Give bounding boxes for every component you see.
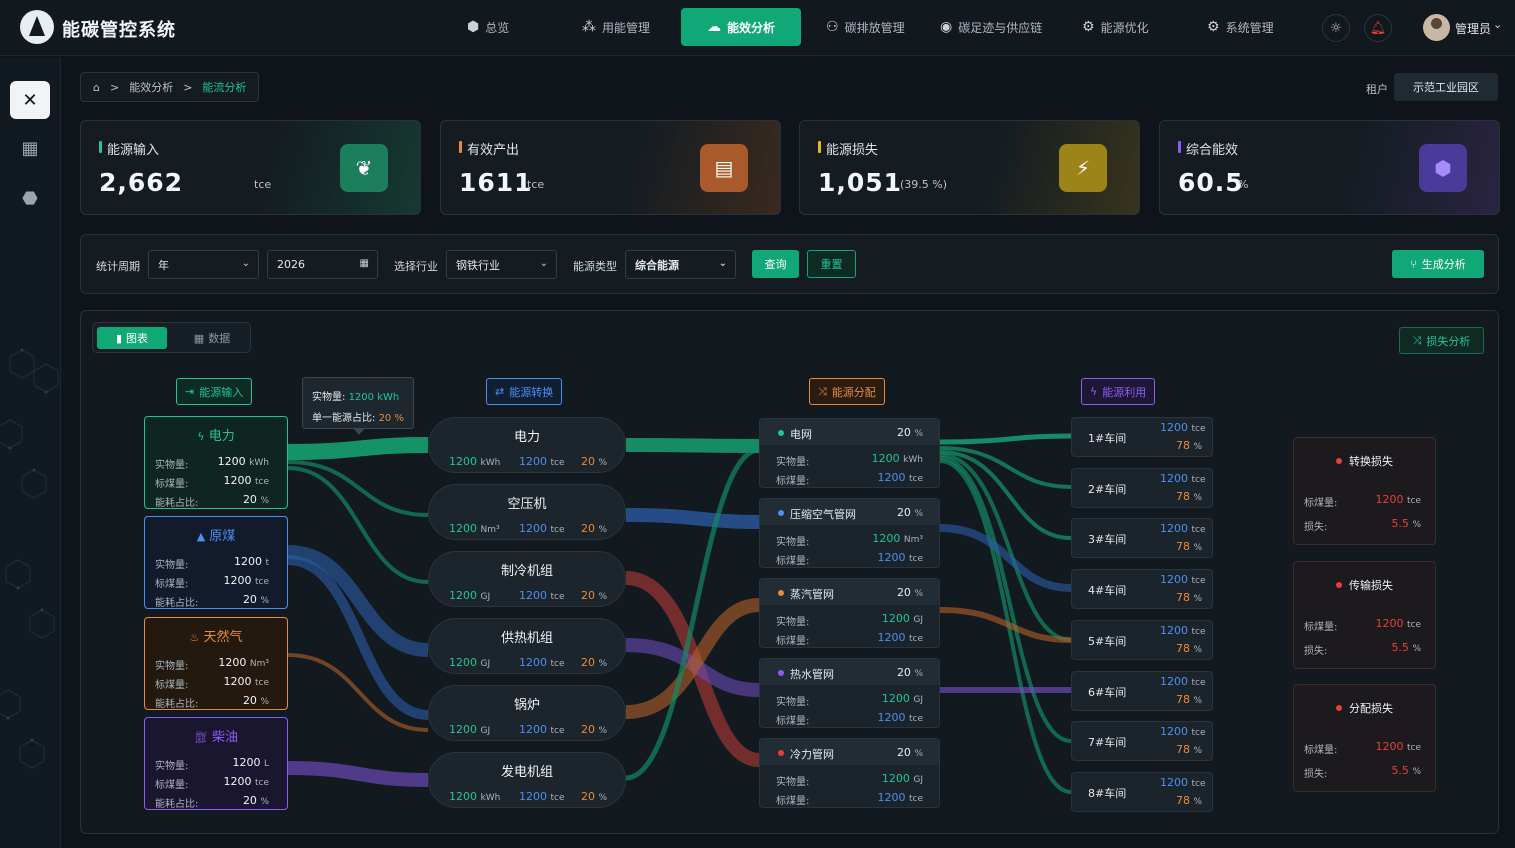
status-dot <box>778 590 784 596</box>
workshop-node[interactable]: 6#车间 1200 tce 78 % <box>1071 670 1213 711</box>
conversion-name: 供热机组 <box>500 631 553 646</box>
flash-icon: ϟ <box>1090 385 1098 398</box>
source-card[interactable]: ♨ 天然气 实物量: 1200 Nm³ 标煤量: 1200 tce 能耗占比: 20 … <box>144 617 288 710</box>
flow-power-to-grid <box>625 438 760 453</box>
convert-icon: ⇄ <box>495 385 505 398</box>
distribution-node[interactable]: 冷力管网 20 % 实物量: 1200 GJ 标煤量: 1200 tce <box>759 738 940 808</box>
workshop-node[interactable]: 8#车间 1200 tce 78 % <box>1071 771 1213 812</box>
stage-energy-input: ⇥ 能源输入 <box>176 378 253 405</box>
source-amount: 1200 <box>217 455 246 468</box>
conversion-node[interactable]: 供热机组 1200 GJ 1200 tce 20 % <box>428 618 626 674</box>
distribution-node[interactable]: 压缩空气管网 20 % 实物量: 1200 Nm³ 标煤量: 1200 tce <box>759 498 940 568</box>
source-card[interactable]: ϟ 电力 实物量: 1200 kWh 标煤量: 1200 tce 能耗占比: 20 % <box>144 416 288 509</box>
source-ratio: 20 <box>242 694 257 707</box>
distribution-name: 蒸汽管网 <box>790 588 834 601</box>
status-dot <box>778 670 784 676</box>
distribution-name: 电网 <box>790 428 812 441</box>
conversion-node[interactable]: 制冷机组 1200 GJ 1200 tce 20 % <box>428 551 626 607</box>
workshop-node[interactable]: 1#车间 1200 tce 78 % <box>1071 417 1213 457</box>
conversion-name: 发电机组 <box>500 765 553 780</box>
flash-icon: ϟ <box>197 430 205 443</box>
workshop-name: 5#车间 <box>1088 634 1127 648</box>
loss-card[interactable]: 转换损失 标煤量: 1200 tce 损失: 5.5 % <box>1293 437 1436 545</box>
input-icon: ⇥ <box>185 385 195 398</box>
flame-icon: ♨ <box>189 631 200 644</box>
status-dot <box>778 510 784 516</box>
workshop-node[interactable]: 4#车间 1200 tce 78 % <box>1071 569 1213 610</box>
workshop-name: 3#车间 <box>1088 533 1127 547</box>
source-std: 1200 <box>223 574 252 587</box>
mountain-icon: ▲ <box>196 530 206 543</box>
workshop-name: 2#车间 <box>1088 482 1127 496</box>
flow-electricity-to-power <box>287 437 429 460</box>
source-std: 1200 <box>223 775 252 788</box>
source-amount: 1200 <box>218 656 247 669</box>
source-amount: 1200 <box>233 555 262 568</box>
conversion-name: 制冷机组 <box>500 564 553 579</box>
distribution-name: 压缩空气管网 <box>790 508 856 521</box>
conversion-name: 锅炉 <box>513 698 540 713</box>
flow-gas-to-boiler <box>287 653 429 732</box>
workshop-node[interactable]: 5#车间 1200 tce 78 % <box>1071 619 1213 660</box>
workshop-name: 1#车间 <box>1088 432 1127 445</box>
source-std: 1200 <box>223 474 252 487</box>
conversion-node[interactable]: 发电机组 1200 kWh 1200 tce 20 % <box>428 752 626 808</box>
source-ratio: 20 <box>242 794 257 807</box>
stage-energy-distribute: ⤨ 能源分配 <box>809 378 885 405</box>
distribution-name: 热水管网 <box>790 668 834 681</box>
source-card[interactable]: ▲ 原煤 实物量: 1200 t 标煤量: 1200 tce 能耗占比: 20 % <box>144 516 288 609</box>
distribution-node[interactable]: 热水管网 20 % 实物量: 1200 GJ 标煤量: 1200 tce <box>759 658 940 728</box>
stage-energy-convert: ⇄ 能源转换 <box>486 378 563 405</box>
conversion-node[interactable]: 空压机 1200 Nm³ 1200 tce 20 % <box>428 484 626 540</box>
distribution-node[interactable]: 电网 20 % 实物量: 1200 kWh 标煤量: 1200 tce <box>759 418 940 488</box>
distribution-node[interactable]: 蒸汽管网 20 % 实物量: 1200 GJ 标煤量: 1200 tce <box>759 578 940 648</box>
tooltip: 实物量: 1200 kWh 单一能源占比: 20 % <box>302 377 414 435</box>
workshop-node[interactable]: 3#车间 1200 tce 78 % <box>1071 518 1213 559</box>
source-amount: 1200 <box>232 756 261 769</box>
workshop-node[interactable]: 7#车间 1200 tce 78 % <box>1071 721 1213 762</box>
shuffle-icon: ⤨ <box>818 384 827 398</box>
loss-card[interactable]: 分配损失 标煤量: 1200 tce 损失: 5.5 % <box>1293 684 1436 792</box>
source-ratio: 20 <box>242 593 257 606</box>
distribution-name: 冷力管网 <box>790 748 834 761</box>
loss-name: 分配损失 <box>1294 700 1435 716</box>
conversion-node[interactable]: 电力 1200 kWh 1200 tce 20 % <box>428 417 626 473</box>
source-name: 天然气 <box>203 630 243 645</box>
source-name: 电力 <box>208 429 235 444</box>
workshop-name: 4#车间 <box>1088 584 1127 598</box>
loss-name: 传输损失 <box>1294 577 1435 593</box>
loss-name: 转换损失 <box>1294 453 1435 469</box>
source-card[interactable]: ⛽︎ 柴油 实物量: 1200 L 标煤量: 1200 tce 能耗占比: 20 % <box>144 717 288 810</box>
source-std: 1200 <box>223 675 252 688</box>
workshop-name: 8#车间 <box>1088 786 1127 800</box>
flow-diesel-to-generator <box>287 761 429 787</box>
workshop-node[interactable]: 2#车间 1200 tce 78 % <box>1071 467 1213 508</box>
flow-compressor-to-air <box>625 508 760 529</box>
conversion-name: 空压机 <box>507 497 547 512</box>
loss-card[interactable]: 传输损失 标煤量: 1200 tce 损失: 5.5 % <box>1293 561 1436 669</box>
status-dot <box>778 430 784 436</box>
conversion-node[interactable]: 锅炉 1200 GJ 1200 tce 20 % <box>428 685 626 741</box>
workshop-name: 7#车间 <box>1088 736 1127 750</box>
conversion-name: 电力 <box>513 430 540 445</box>
stage-energy-use: ϟ 能源利用 <box>1081 378 1156 405</box>
fuel-icon: ⛽︎ <box>193 731 208 744</box>
source-name: 原煤 <box>209 529 236 544</box>
source-ratio: 20 <box>242 493 257 506</box>
workshop-name: 6#车间 <box>1088 685 1127 699</box>
source-name: 柴油 <box>212 730 239 745</box>
status-dot <box>778 750 784 756</box>
